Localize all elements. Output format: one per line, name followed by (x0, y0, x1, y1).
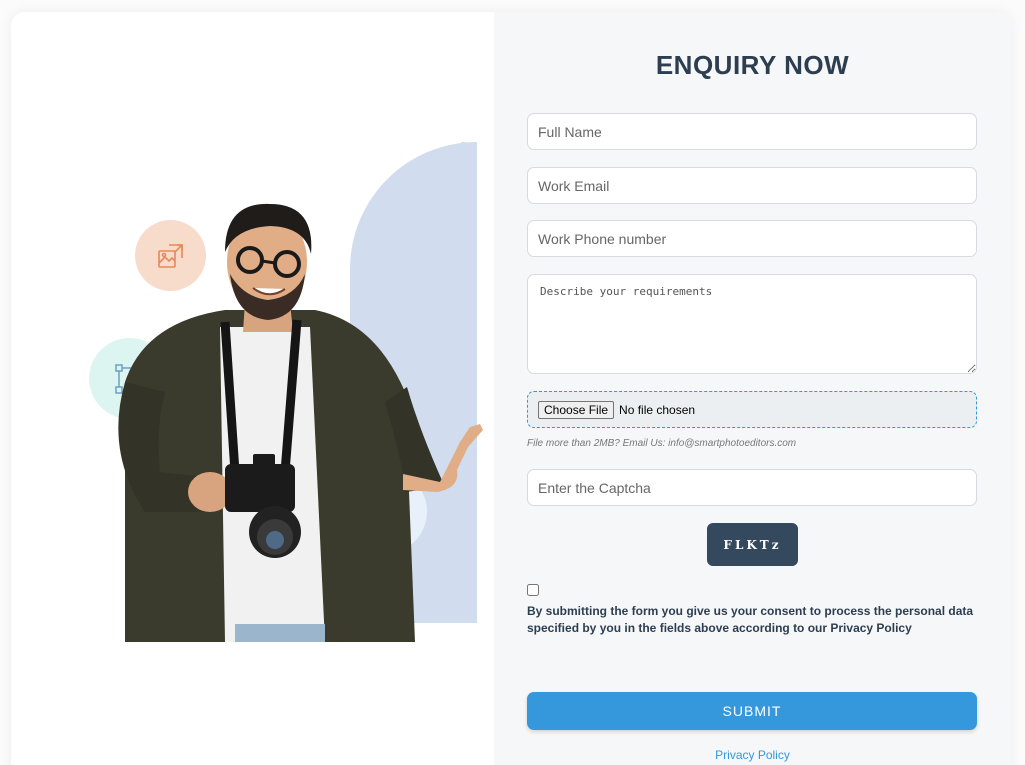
full-name-input[interactable] (527, 113, 977, 150)
work-email-input[interactable] (527, 167, 977, 204)
file-upload-field[interactable]: Choose File No file chosen (527, 391, 977, 428)
requirements-textarea[interactable] (527, 274, 977, 374)
enquiry-form-panel: ENQUIRY NOW Choose File No file chosen F… (494, 12, 1011, 765)
captcha-input[interactable] (527, 469, 977, 506)
choose-file-button[interactable]: Choose File (538, 400, 615, 419)
captcha-image: FLKTz (707, 523, 798, 566)
file-size-hint: File more than 2MB? Email Us: info@smart… (527, 438, 797, 449)
photographer-illustration (118, 203, 483, 642)
consent-text: By submitting the form you give us your … (527, 604, 974, 635)
privacy-policy-link[interactable]: Privacy Policy (494, 748, 1011, 762)
enquiry-card: ENQUIRY NOW Choose File No file chosen F… (11, 12, 1011, 765)
consent-checkbox[interactable] (527, 584, 539, 596)
file-status-text: No file chosen (619, 402, 696, 417)
form-title: ENQUIRY NOW (655, 50, 850, 80)
page: ENQUIRY NOW Choose File No file chosen F… (0, 0, 1025, 765)
submit-button[interactable]: SUBMIT (527, 692, 977, 730)
work-phone-input[interactable] (527, 220, 977, 257)
illustration-panel (11, 12, 494, 765)
